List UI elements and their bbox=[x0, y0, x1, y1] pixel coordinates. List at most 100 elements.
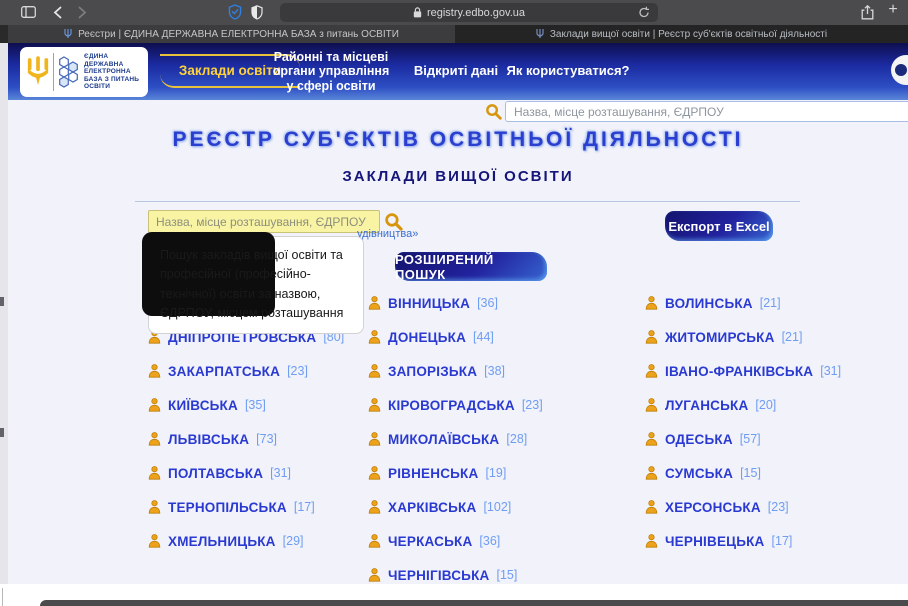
person-icon bbox=[368, 364, 381, 378]
person-icon bbox=[368, 330, 381, 344]
reload-icon[interactable] bbox=[638, 6, 650, 22]
region-link[interactable]: КИЇВСЬКА bbox=[168, 398, 238, 413]
region-count: [17] bbox=[294, 500, 315, 514]
region-link[interactable]: ХЕРСОНСЬКА bbox=[665, 500, 761, 515]
tab-registries[interactable]: Реєстри | ЄДИНА ДЕРЖАВНА ЕЛЕКТРОННА БАЗА… bbox=[0, 25, 455, 43]
region-link[interactable]: РІВНЕНСЬКА bbox=[388, 466, 478, 481]
region-item[interactable]: РІВНЕНСЬКА [19] bbox=[368, 456, 645, 490]
region-item[interactable]: ОДЕСЬКА[57] bbox=[645, 422, 900, 456]
person-icon bbox=[368, 568, 381, 582]
person-icon bbox=[645, 364, 658, 378]
person-icon bbox=[645, 296, 658, 310]
share-icon[interactable] bbox=[858, 3, 876, 21]
header-partial-icon[interactable] bbox=[891, 55, 908, 85]
region-count: [102] bbox=[483, 500, 511, 514]
region-link[interactable]: МИКОЛАЇВСЬКА bbox=[388, 432, 499, 447]
address-bar[interactable]: registry.edbo.gov.ua bbox=[280, 3, 658, 22]
new-tab-button[interactable]: + bbox=[884, 1, 902, 19]
forward-icon[interactable] bbox=[74, 3, 90, 21]
region-link[interactable]: ЧЕРНІГІВСЬКА bbox=[388, 568, 489, 583]
person-icon bbox=[645, 330, 658, 344]
region-link[interactable]: ХАРКІВСЬКА bbox=[388, 500, 476, 515]
region-item[interactable]: КІРОВОГРАДСЬКА[23] bbox=[368, 388, 645, 422]
export-excel-button[interactable]: Експорт в Excel bbox=[665, 211, 773, 241]
person-icon bbox=[368, 466, 381, 480]
logo-text: ЄДИНА ДЕРЖАВНА ЕЛЕКТРОННА БАЗА З ПИТАНЬ … bbox=[84, 53, 139, 91]
privacy-shield-icon[interactable] bbox=[226, 3, 244, 21]
region-item[interactable]: МИКОЛАЇВСЬКА [28] bbox=[368, 422, 645, 456]
url-text: registry.edbo.gov.ua bbox=[427, 7, 525, 19]
region-link[interactable]: ІВАНО-ФРАНКІВСЬКА bbox=[665, 364, 813, 379]
region-item[interactable]: ВІННИЦЬКА [36] bbox=[368, 286, 645, 320]
region-link[interactable]: ЖИТОМИРСЬКА bbox=[665, 330, 775, 345]
tab-higher-education[interactable]: Заклади вищої освіти | Реєстр суб'єктів … bbox=[455, 25, 908, 43]
region-count: [19] bbox=[485, 466, 506, 480]
region-item[interactable]: ПОЛТАВСЬКА[31] bbox=[148, 456, 368, 490]
region-count: [28] bbox=[506, 432, 527, 446]
region-link[interactable]: ХМЕЛЬНИЦЬКА bbox=[168, 534, 276, 549]
person-icon bbox=[368, 432, 381, 446]
region-count: [23] bbox=[768, 500, 789, 514]
region-count: [29] bbox=[283, 534, 304, 548]
region-link[interactable]: ЗАПОРІЗЬКА bbox=[388, 364, 477, 379]
person-icon bbox=[148, 534, 161, 548]
region-item[interactable]: ТЕРНОПІЛЬСЬКА [17] bbox=[148, 490, 368, 524]
region-item[interactable]: ІВАНО-ФРАНКІВСЬКА[31] bbox=[645, 354, 900, 388]
region-link[interactable]: ЧЕРКАСЬКА bbox=[388, 534, 472, 549]
region-item[interactable]: ЖИТОМИРСЬКА [21] bbox=[645, 320, 900, 354]
background-window-edge bbox=[40, 600, 908, 606]
region-item[interactable]: ХЕРСОНСЬКА [23] bbox=[645, 490, 900, 524]
registry-search-input[interactable] bbox=[148, 210, 380, 233]
region-count: [44] bbox=[473, 330, 494, 344]
region-link[interactable]: ВОЛИНСЬКА bbox=[665, 296, 753, 311]
region-link[interactable]: ЛУГАНСЬКА bbox=[665, 398, 748, 413]
region-link[interactable]: ТЕРНОПІЛЬСЬКА bbox=[168, 500, 287, 515]
nav-item-how-to-use[interactable]: Як користуватися? bbox=[503, 43, 633, 100]
person-icon bbox=[148, 500, 161, 514]
region-count: [36] bbox=[477, 296, 498, 310]
edbo-logo[interactable]: ЄДИНА ДЕРЖАВНА ЕЛЕКТРОННА БАЗА З ПИТАНЬ … bbox=[20, 47, 148, 97]
region-link[interactable]: ДОНЕЦЬКА bbox=[388, 330, 466, 345]
tab-title: Заклади вищої освіти | Реєстр суб'єктів … bbox=[550, 29, 827, 40]
tab-favicon-icon bbox=[64, 29, 72, 39]
top-search-icon[interactable] bbox=[485, 103, 502, 125]
region-item[interactable]: ХМЕЛЬНИЦЬКА [29] bbox=[148, 524, 368, 558]
region-count: [15] bbox=[496, 568, 517, 582]
region-item[interactable]: ЗАПОРІЗЬКА [38] bbox=[368, 354, 645, 388]
region-item[interactable]: СУМСЬКА[15] bbox=[645, 456, 900, 490]
top-search-input[interactable] bbox=[505, 101, 908, 122]
region-link[interactable]: КІРОВОГРАДСЬКА bbox=[388, 398, 515, 413]
logo-divider bbox=[53, 53, 54, 91]
search-example-link[interactable]: удівництва» bbox=[357, 228, 418, 240]
region-item[interactable]: ДОНЕЦЬКА [44] bbox=[368, 320, 645, 354]
nav-item-local-authorities[interactable]: Районні та місцеві органи управління у с… bbox=[266, 43, 396, 100]
extension-shield-icon[interactable] bbox=[249, 3, 265, 21]
region-link[interactable]: ОДЕСЬКА bbox=[665, 432, 733, 447]
person-icon bbox=[645, 432, 658, 446]
back-icon[interactable] bbox=[49, 3, 65, 21]
region-link[interactable]: ПОЛТАВСЬКА bbox=[168, 466, 263, 481]
sidebar-icon[interactable] bbox=[18, 3, 38, 21]
region-link[interactable]: ЗАКАРПАТСЬКА bbox=[168, 364, 280, 379]
region-item[interactable]: ЗАКАРПАТСЬКА[23] bbox=[148, 354, 368, 388]
search-tooltip: Пошук закладів вищої освіти та професійн… bbox=[148, 236, 364, 334]
region-item[interactable]: ЧЕРКАСЬКА[36] bbox=[368, 524, 645, 558]
region-item[interactable]: ЧЕРНІВЕЦЬКА [17] bbox=[645, 524, 900, 558]
nav-item-open-data[interactable]: Відкриті дані bbox=[406, 43, 506, 100]
advanced-search-button[interactable]: РОЗШИРЕНИЙ ПОШУК bbox=[395, 252, 547, 281]
region-link[interactable]: СУМСЬКА bbox=[665, 466, 733, 481]
region-link[interactable]: ВІННИЦЬКА bbox=[388, 296, 470, 311]
region-link[interactable]: ЛЬВІВСЬКА bbox=[168, 432, 249, 447]
region-link[interactable]: ЧЕРНІВЕЦЬКА bbox=[665, 534, 765, 549]
region-item[interactable]: ЛЬВІВСЬКА[73] bbox=[148, 422, 368, 456]
person-icon bbox=[148, 364, 161, 378]
region-item[interactable]: ВОЛИНСЬКА[21] bbox=[645, 286, 900, 320]
region-count: [17] bbox=[772, 534, 793, 548]
region-item[interactable]: ЛУГАНСЬКА[20] bbox=[645, 388, 900, 422]
region-item[interactable]: ХАРКІВСЬКА [102] bbox=[368, 490, 645, 524]
region-item[interactable]: КИЇВСЬКА[35] bbox=[148, 388, 368, 422]
page-subtitle: ЗАКЛАДИ ВИЩОЇ ОСВІТИ bbox=[8, 168, 908, 185]
region-count: [21] bbox=[782, 330, 803, 344]
region-count: [38] bbox=[484, 364, 505, 378]
person-icon bbox=[368, 398, 381, 412]
